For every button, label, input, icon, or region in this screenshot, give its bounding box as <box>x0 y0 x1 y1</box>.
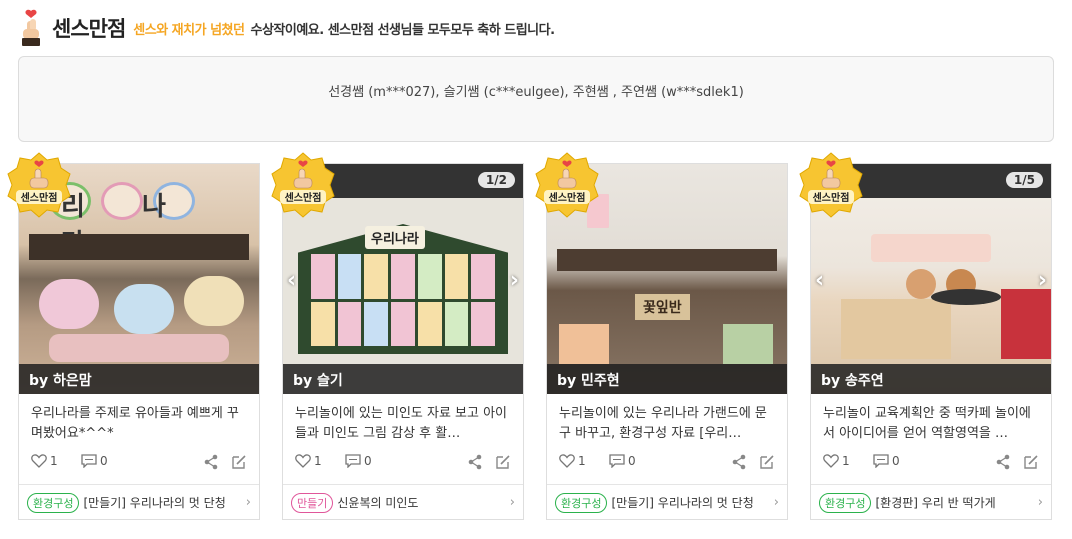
badge-label: 센스만점 <box>21 191 58 204</box>
write-icon <box>496 455 510 469</box>
badge-label: 센스만점 <box>813 191 850 204</box>
award-badge: 센스만점 <box>796 150 866 220</box>
winners-list: 선경쌤 (m***027), 슬기쌤 (c***eulgee), 주현쌤 , 주… <box>328 85 744 100</box>
post-author: by 송주연 <box>811 364 1051 394</box>
post-stats: 1 0 <box>31 454 247 474</box>
category-tag[interactable]: 환경구성 <box>27 492 80 513</box>
comment-button[interactable]: 0 <box>345 454 372 468</box>
image-counter: 1/5 <box>1005 172 1043 188</box>
category-tag[interactable]: 환경구성 <box>555 492 608 513</box>
category-tag[interactable]: 환경구성 <box>819 492 872 513</box>
badge-label: 센스만점 <box>549 191 586 204</box>
like-button[interactable]: 1 <box>559 454 586 468</box>
thumbnail-caption: 우리나라 <box>365 226 425 249</box>
like-button[interactable]: 1 <box>823 454 850 468</box>
write-button[interactable] <box>1023 454 1039 473</box>
heart-icon <box>31 454 47 468</box>
heart-icon <box>823 454 839 468</box>
post-description[interactable]: 누리놀이에 있는 미인도 자료 보고 아이들과 미인도 그림 감상 후 활… <box>295 404 511 444</box>
share-button[interactable] <box>467 454 483 473</box>
header-text: 수상작이예요. 센스만점 선생님들 모두모두 축하 드립니다. <box>250 22 555 38</box>
share-button[interactable] <box>731 454 747 473</box>
chevron-right-icon[interactable]: › <box>246 495 251 510</box>
share-icon <box>996 454 1010 470</box>
share-icon <box>732 454 746 470</box>
post-author: by 하은맘 <box>19 364 259 394</box>
award-badge: 센스만점 <box>4 150 74 220</box>
heart-icon <box>295 454 311 468</box>
like-count: 1 <box>578 454 586 468</box>
write-button[interactable] <box>759 454 775 473</box>
comment-icon <box>81 454 97 468</box>
post-stats: 1 0 <box>823 454 1039 474</box>
post-description[interactable]: 누리놀이 교육계획안 중 떡카페 놀이에서 아이디어를 얻어 역할영역을 … <box>823 404 1039 444</box>
thumbnail-caption: 꽃잎반 <box>635 294 690 320</box>
write-icon <box>1024 455 1038 469</box>
related-post-title[interactable]: [환경판] 우리 반 떡가게 <box>875 494 1035 511</box>
category-tag[interactable]: 만들기 <box>291 492 334 513</box>
related-post-link[interactable]: 환경구성 [만들기] 우리나라의 멋 단청 › <box>547 484 787 520</box>
winners-box: 선경쌤 (m***027), 슬기쌤 (c***eulgee), 주현쌤 , 주… <box>18 56 1054 142</box>
arrow-right-icon[interactable]: › <box>1038 268 1047 293</box>
comment-count: 0 <box>892 454 900 468</box>
comment-count: 0 <box>364 454 372 468</box>
chevron-right-icon[interactable]: › <box>1038 495 1043 510</box>
chevron-right-icon[interactable]: › <box>510 495 515 510</box>
header-highlight: 센스와 재치가 넘쳤던 <box>133 22 245 38</box>
comment-count: 0 <box>628 454 636 468</box>
comment-button[interactable]: 0 <box>609 454 636 468</box>
arrow-right-icon[interactable]: › <box>510 268 519 293</box>
page-header: 센스만점 센스와 재치가 넘쳤던 수상작이예요. 센스만점 선생님들 모두모두 … <box>18 8 555 48</box>
post-author: by 슬기 <box>283 364 523 394</box>
post-stats: 1 0 <box>295 454 511 474</box>
like-button[interactable]: 1 <box>31 454 58 468</box>
finger-heart-icon <box>18 9 44 47</box>
share-button[interactable] <box>203 454 219 473</box>
write-icon <box>760 455 774 469</box>
arrow-left-icon[interactable]: ‹ <box>815 268 824 293</box>
share-icon <box>204 454 218 470</box>
post-stats: 1 0 <box>559 454 775 474</box>
heart-icon <box>559 454 575 468</box>
like-count: 1 <box>842 454 850 468</box>
award-badge: 센스만점 <box>532 150 602 220</box>
arrow-left-icon[interactable]: ‹ <box>287 268 296 293</box>
related-post-title[interactable]: 신윤복의 미인도 <box>337 494 507 511</box>
write-icon <box>232 455 246 469</box>
post-description[interactable]: 우리나라를 주제로 유아들과 예쁘게 꾸며봤어요*^^* <box>31 404 247 444</box>
chevron-right-icon[interactable]: › <box>774 495 779 510</box>
related-post-title[interactable]: [만들기] 우리나라의 멋 단청 <box>83 494 243 511</box>
like-button[interactable]: 1 <box>295 454 322 468</box>
post-author: by 민주현 <box>547 364 787 394</box>
related-post-title[interactable]: [만들기] 우리나라의 멋 단청 <box>611 494 771 511</box>
share-icon <box>468 454 482 470</box>
share-button[interactable] <box>995 454 1011 473</box>
image-counter: 1/2 <box>477 172 515 188</box>
brand-title: 센스만점 <box>52 17 126 41</box>
related-post-link[interactable]: 환경구성 [만들기] 우리나라의 멋 단청 › <box>19 484 259 520</box>
like-count: 1 <box>50 454 58 468</box>
like-count: 1 <box>314 454 322 468</box>
comment-icon <box>345 454 361 468</box>
comment-button[interactable]: 0 <box>81 454 108 468</box>
write-button[interactable] <box>495 454 511 473</box>
post-description[interactable]: 누리놀이에 있는 우리나라 가랜드에 문구 바꾸고, 환경구성 자료 [우리… <box>559 404 775 444</box>
write-button[interactable] <box>231 454 247 473</box>
award-badge: 센스만점 <box>268 150 338 220</box>
comment-button[interactable]: 0 <box>873 454 900 468</box>
comment-icon <box>609 454 625 468</box>
comment-icon <box>873 454 889 468</box>
related-post-link[interactable]: 환경구성 [환경판] 우리 반 떡가게 › <box>811 484 1051 520</box>
comment-count: 0 <box>100 454 108 468</box>
badge-label: 센스만점 <box>285 191 322 204</box>
related-post-link[interactable]: 만들기 신윤복의 미인도 › <box>283 484 523 520</box>
